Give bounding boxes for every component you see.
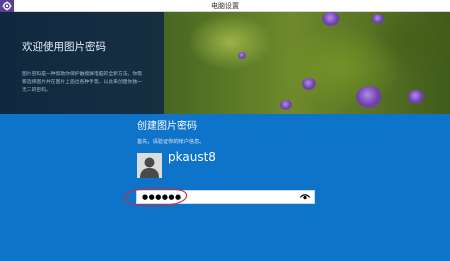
info-description: 图片密码是一种帮助你保护触摸屏电脑的全新方法。你需要选择图片并在图片上画出各种手… xyxy=(22,72,142,93)
instruction-text: 首先，请验证你的帐户信息。 xyxy=(137,139,205,145)
username: pkaust8 xyxy=(168,150,216,164)
flower-image xyxy=(372,14,384,24)
eye-icon[interactable] xyxy=(300,193,310,201)
flower-image xyxy=(238,52,246,59)
flower-image xyxy=(356,86,382,108)
info-title: 欢迎使用图片密码 xyxy=(22,41,106,53)
flower-image xyxy=(280,100,292,110)
title-bar: 电脑设置 xyxy=(0,0,450,12)
flower-image xyxy=(408,90,424,104)
page-title: 创建图片密码 xyxy=(137,121,197,132)
flower-image xyxy=(322,12,340,26)
user-avatar-icon xyxy=(137,153,162,178)
flower-image xyxy=(302,78,316,90)
info-panel: 欢迎使用图片密码 图片密码是一种帮助你保护触摸屏电脑的全新方法。你需要选择图片并… xyxy=(0,12,164,114)
annotation-circle xyxy=(122,186,190,208)
window-title: 电脑设置 xyxy=(211,2,239,10)
